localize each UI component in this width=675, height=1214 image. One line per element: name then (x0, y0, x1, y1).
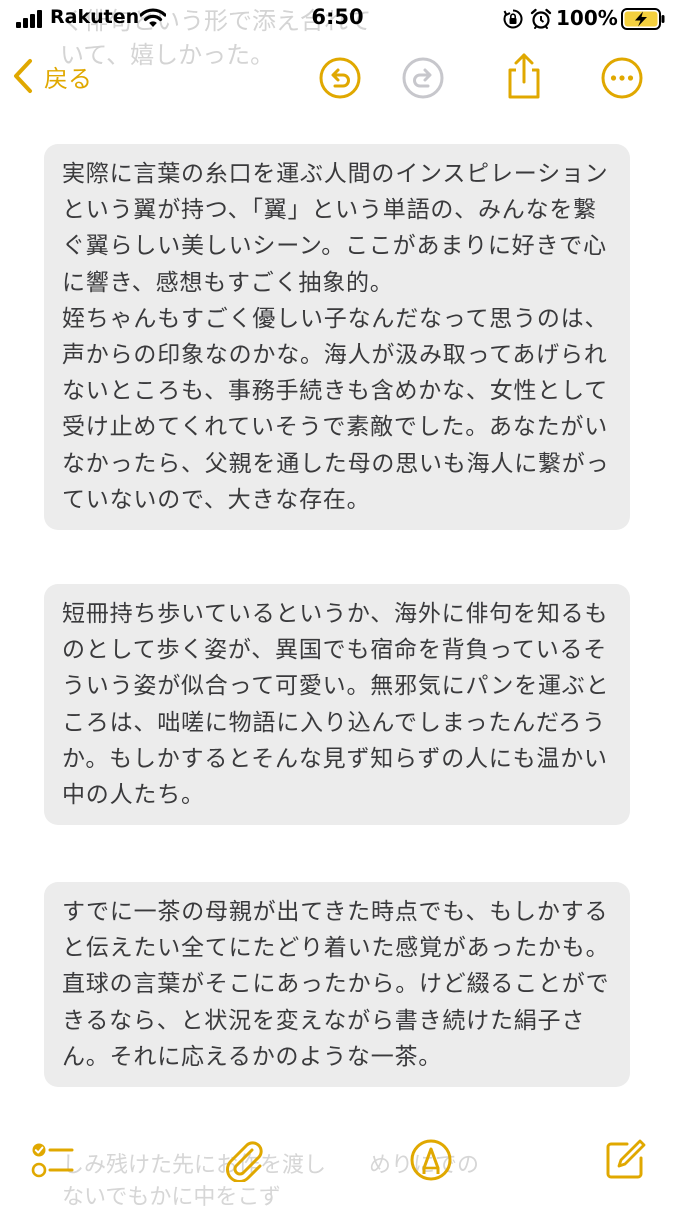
quote-block[interactable]: 実際に言葉の糸口を運ぶ人間のインスピレーションという翼が持つ、「翼」という単語の… (44, 144, 630, 531)
nav-bar: 戻る (0, 40, 675, 116)
quote-block[interactable]: 短冊持ち歩いているというか、海外に俳句を知るものとして歩く姿が、異国でも宿命を背… (44, 584, 630, 826)
orientation-lock-icon (503, 9, 523, 29)
redo-icon[interactable] (401, 56, 445, 100)
markup-icon[interactable] (409, 1138, 453, 1182)
quote-paragraph: 姪ちゃんもすごく優しい子なんだなって思うのは、声からの印象なのかな。海人が汲み取… (62, 305, 610, 513)
battery-charging-icon (621, 8, 665, 30)
quote-paragraph: 実際に言葉の糸口を運ぶ人間のインスピレーションという翼が持つ、「翼」という単語の… (62, 161, 609, 296)
share-icon[interactable] (502, 52, 546, 100)
quote-block[interactable]: すでに一茶の母親が出てきた時点でも、もしかすると伝えたい全てにたどり着いた感覚が… (44, 882, 630, 1088)
battery-percent: 100% (556, 6, 618, 30)
attachment-icon[interactable] (222, 1138, 266, 1182)
bottom-toolbar (0, 1126, 675, 1200)
checklist-icon[interactable] (30, 1138, 74, 1182)
alarm-icon (530, 8, 552, 29)
quote-paragraph: 短冊持ち歩いているというか、海外に俳句を知るものとして歩く姿が、異国でも宿命を背… (62, 601, 610, 809)
back-button-label: 戻る (44, 64, 92, 93)
more-icon[interactable] (600, 56, 644, 100)
chevron-left-icon (14, 59, 32, 93)
status-bar: Rakuten 6:50 100% (0, 0, 675, 40)
undo-icon[interactable] (318, 56, 362, 100)
back-button[interactable]: 戻る (12, 54, 92, 98)
quote-paragraph: すでに一茶の母親が出てきた時点でも、もしかすると伝えたい全てにたどり着いた感覚が… (62, 899, 610, 1070)
note-body[interactable]: 実際に言葉の糸口を運ぶ人間のインスピレーションという翼が持つ、「翼」という単語の… (0, 116, 675, 1126)
compose-icon[interactable] (603, 1138, 647, 1182)
